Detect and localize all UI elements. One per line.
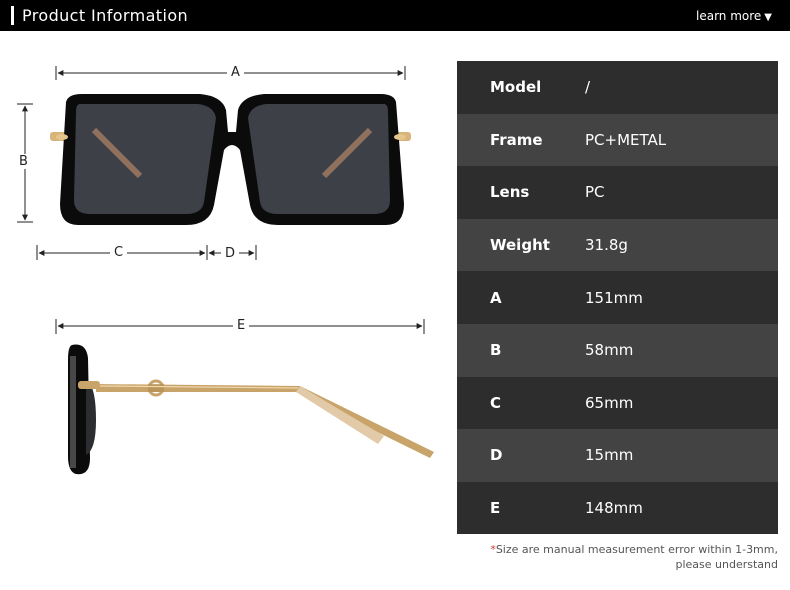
spec-row-weight: Weight 31.8g <box>457 218 778 272</box>
spec-key: Weight <box>490 236 550 255</box>
spec-value: 151mm <box>585 288 643 307</box>
spec-row-e: E 148mm <box>457 481 778 535</box>
dimension-label-d: D <box>221 246 240 261</box>
footnote-text-1: Size are manual measurement error within… <box>495 543 778 556</box>
spec-value: 15mm <box>585 446 634 465</box>
spec-key: Lens <box>490 183 530 202</box>
glasses-illustration <box>17 66 434 475</box>
dimension-label-b: B <box>15 154 32 169</box>
spec-value: 148mm <box>585 499 643 518</box>
spec-value: 58mm <box>585 341 634 360</box>
spec-value: 31.8g <box>585 236 628 255</box>
chevron-down-icon: ▼ <box>764 12 772 23</box>
learn-more-link[interactable]: learn more ▼ <box>696 9 772 23</box>
spec-row-c: C 65mm <box>457 376 778 430</box>
spec-key: D <box>490 446 503 465</box>
spec-table: Model / Frame PC+METAL Lens PC Weight 31… <box>457 61 778 535</box>
spec-row-a: A 151mm <box>457 271 778 324</box>
spec-key: B <box>490 341 502 360</box>
spec-key: Model <box>490 78 542 97</box>
spec-row-model: Model / <box>457 61 778 114</box>
spec-key: Frame <box>490 130 543 149</box>
measurement-footnote: *Size are manual measurement error withi… <box>490 542 778 572</box>
spec-key: C <box>490 393 502 412</box>
footnote-text-2: please understand <box>675 558 779 571</box>
spec-value: 65mm <box>585 393 634 412</box>
footnote-line-1: *Size are manual measurement error withi… <box>490 542 778 557</box>
dimension-label-a: A <box>227 65 244 80</box>
learn-more-label: learn more <box>696 9 762 23</box>
dimension-diagram: A B C D E <box>0 0 450 590</box>
spec-row-d: D 15mm <box>457 429 778 482</box>
spec-row-lens: Lens PC <box>457 166 778 219</box>
spec-key: A <box>490 288 502 307</box>
spec-value: PC <box>585 183 605 202</box>
dimension-label-c: C <box>110 245 128 260</box>
spec-row-frame: Frame PC+METAL <box>457 113 778 167</box>
spec-value: PC+METAL <box>585 130 667 149</box>
spec-value: / <box>585 78 591 97</box>
dimension-label-e: E <box>233 318 250 333</box>
spec-key: E <box>490 499 501 518</box>
glasses-front-view <box>50 94 411 225</box>
glasses-side-view <box>68 344 434 475</box>
spec-row-b: B 58mm <box>457 324 778 377</box>
